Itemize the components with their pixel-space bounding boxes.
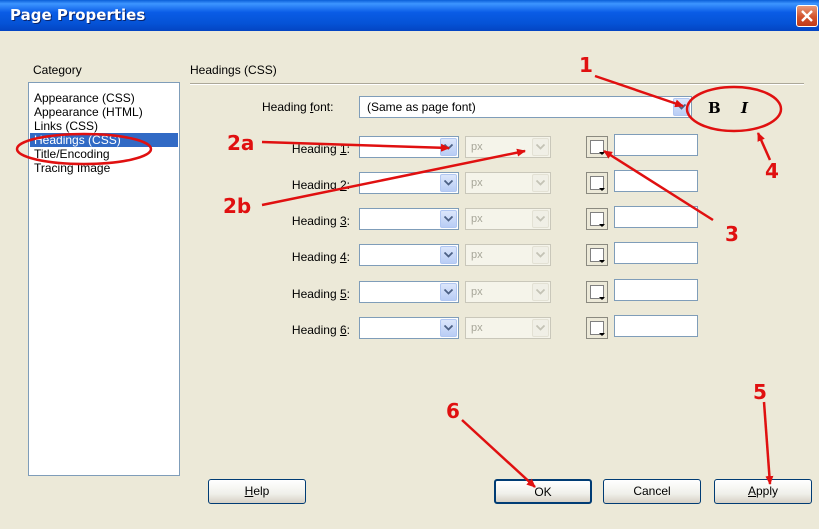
cancel-button[interactable]: Cancel [603, 479, 701, 504]
close-button[interactable] [796, 5, 818, 27]
chevron-down-icon[interactable] [440, 319, 457, 337]
heading-font-label: Heading font: [262, 100, 334, 114]
heading-6-color-picker[interactable] [586, 317, 608, 339]
heading-4-unit-select: px [465, 244, 551, 266]
chevron-down-icon[interactable] [440, 283, 457, 301]
annotation-label-2a: 2a [227, 131, 255, 155]
category-item-appearance-html[interactable]: Appearance (HTML) [34, 105, 143, 119]
heading-4-color-input[interactable] [614, 242, 698, 264]
ok-button[interactable]: OK [494, 479, 592, 504]
heading-3-unit-select: px [465, 208, 551, 230]
annotation-label-6: 6 [446, 399, 460, 423]
heading-5-unit-select: px [465, 281, 551, 303]
annotation-label-2b: 2b [223, 194, 252, 218]
heading-1-size-select[interactable] [359, 136, 459, 158]
heading-3-label: Heading 3: [291, 214, 350, 228]
page-properties-dialog: Page Properties Category Appearance (CSS… [0, 0, 819, 529]
heading-3-size-select[interactable] [359, 208, 459, 230]
italic-button[interactable]: I [741, 99, 748, 117]
category-item-headings-css[interactable]: Headings (CSS) [30, 133, 178, 147]
heading-6-color-input[interactable] [614, 315, 698, 337]
heading-2-color-input[interactable] [614, 170, 698, 192]
heading-1-color-input[interactable] [614, 134, 698, 156]
window-title: Page Properties [10, 6, 146, 24]
category-label: Category [33, 63, 82, 77]
chevron-down-icon[interactable] [673, 98, 690, 116]
heading-2-label: Heading 2: [291, 178, 350, 192]
title-bar: Page Properties [0, 0, 819, 31]
category-list[interactable]: Appearance (CSS) Appearance (HTML) Links… [28, 82, 180, 476]
close-icon [801, 10, 813, 22]
category-item-appearance-css[interactable]: Appearance (CSS) [34, 91, 135, 105]
chevron-down-icon [532, 283, 549, 301]
annotation-label-5: 5 [753, 380, 767, 404]
heading-5-color-picker[interactable] [586, 281, 608, 303]
bold-button[interactable]: B [708, 99, 721, 117]
help-button[interactable]: Help [208, 479, 306, 504]
heading-2-color-picker[interactable] [586, 172, 608, 194]
heading-2-size-select[interactable] [359, 172, 459, 194]
chevron-down-icon[interactable] [440, 138, 457, 156]
chevron-down-icon [532, 319, 549, 337]
annotation-arrow-5 [762, 401, 774, 485]
heading-4-size-select[interactable] [359, 244, 459, 266]
annotation-arrow-6 [461, 419, 536, 488]
category-item-tracing-image[interactable]: Tracing Image [34, 161, 110, 175]
heading-3-color-picker[interactable] [586, 208, 608, 230]
heading-1-label: Heading 1: [291, 142, 350, 156]
annotation-arrow-4 [756, 132, 772, 161]
heading-4-label: Heading 4: [291, 250, 350, 264]
heading-font-select[interactable]: (Same as page font) [359, 96, 692, 118]
heading-3-color-input[interactable] [614, 206, 698, 228]
category-item-links-css[interactable]: Links (CSS) [34, 119, 98, 133]
chevron-down-icon [532, 246, 549, 264]
chevron-down-icon [532, 138, 549, 156]
heading-6-unit-select: px [465, 317, 551, 339]
annotation-label-4: 4 [765, 159, 779, 183]
chevron-down-icon[interactable] [440, 210, 457, 228]
heading-6-label: Heading 6: [291, 323, 350, 337]
chevron-down-icon [532, 174, 549, 192]
apply-button[interactable]: Apply [714, 479, 812, 504]
category-item-title-encoding[interactable]: Title/Encoding [34, 147, 110, 161]
chevron-down-icon [532, 210, 549, 228]
annotation-label-1: 1 [579, 53, 593, 77]
heading-5-label: Heading 5: [291, 287, 350, 301]
heading-2-unit-select: px [465, 172, 551, 194]
annotation-label-3: 3 [725, 222, 739, 246]
chevron-down-icon[interactable] [440, 246, 457, 264]
chevron-down-icon[interactable] [440, 174, 457, 192]
heading-4-color-picker[interactable] [586, 244, 608, 266]
section-divider [190, 83, 804, 85]
heading-1-unit-select: px [465, 136, 551, 158]
annotation-circle-4 [685, 85, 783, 133]
heading-6-size-select[interactable] [359, 317, 459, 339]
heading-font-value: (Same as page font) [367, 100, 476, 114]
heading-1-color-picker[interactable] [586, 136, 608, 158]
heading-5-size-select[interactable] [359, 281, 459, 303]
section-title: Headings (CSS) [190, 63, 277, 77]
heading-5-color-input[interactable] [614, 279, 698, 301]
